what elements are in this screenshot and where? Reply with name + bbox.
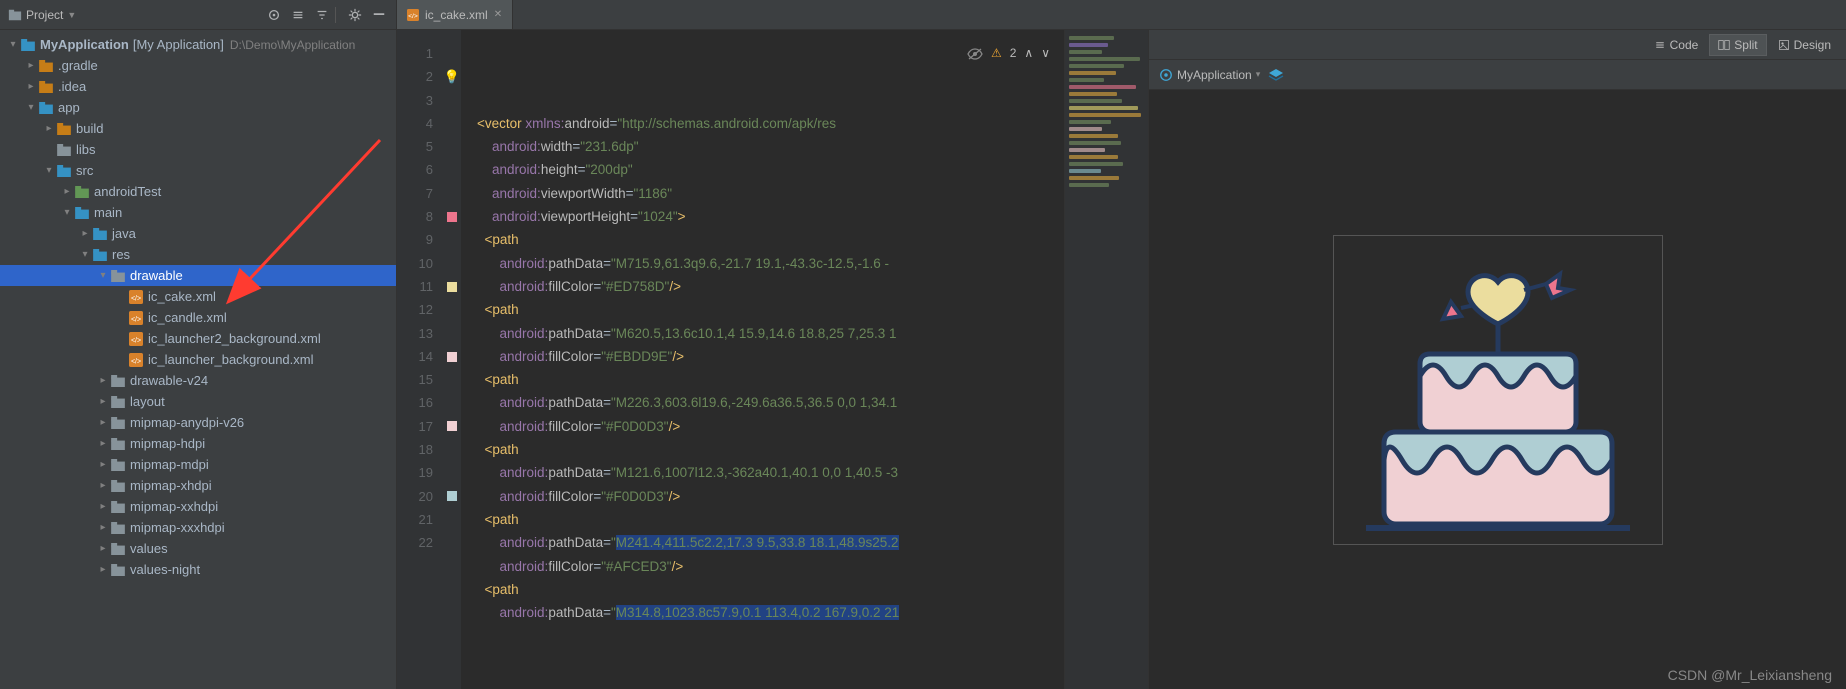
tree-item[interactable]: ▸build bbox=[0, 118, 396, 139]
chevron-up-icon[interactable]: ∧ bbox=[1024, 42, 1033, 65]
tree-item[interactable]: </>ic_launcher2_background.xml bbox=[0, 328, 396, 349]
project-tree[interactable]: ▾ MyApplication [My Application] D:\Demo… bbox=[0, 30, 396, 689]
layers-icon[interactable] bbox=[1268, 67, 1284, 83]
collapse-all-icon[interactable] bbox=[313, 6, 331, 24]
warning-icon[interactable]: ⚠ bbox=[991, 42, 1002, 65]
tree-item[interactable]: ▸mipmap-mdpi bbox=[0, 454, 396, 475]
hide-panel-icon[interactable] bbox=[370, 6, 388, 24]
project-panel-header: Project ▼ bbox=[0, 0, 396, 30]
tree-item[interactable]: </>ic_cake.xml bbox=[0, 286, 396, 307]
tree-item[interactable]: ▾src bbox=[0, 160, 396, 181]
line-number-gutter: 12345678910111213141516171819202122 bbox=[397, 30, 443, 689]
code-editor[interactable]: ⚠2 ∧ ∨ <vector xmlns:android="http://sch… bbox=[461, 30, 1064, 689]
tab-design[interactable]: Design bbox=[1769, 34, 1840, 56]
svg-text:</>: </> bbox=[131, 316, 141, 323]
xml-file-icon: </> bbox=[407, 9, 419, 21]
expand-all-icon[interactable] bbox=[289, 6, 307, 24]
editor-status: ⚠ 2 ∧ ∨ bbox=[967, 42, 1050, 65]
tree-item[interactable]: ▸mipmap-xxhdpi bbox=[0, 496, 396, 517]
tab-split[interactable]: Split bbox=[1709, 34, 1766, 56]
project-root[interactable]: ▾ MyApplication [My Application] D:\Demo… bbox=[0, 34, 396, 55]
tree-item[interactable]: libs bbox=[0, 139, 396, 160]
close-icon[interactable]: ✕ bbox=[494, 9, 502, 20]
tree-item[interactable]: ▸mipmap-hdpi bbox=[0, 433, 396, 454]
design-toolbar: MyApplication ▾ bbox=[1149, 60, 1846, 90]
tree-item[interactable]: ▸mipmap-xhdpi bbox=[0, 475, 396, 496]
watermark: CSDN @Mr_Leixiansheng bbox=[1668, 667, 1832, 683]
vector-preview bbox=[1333, 235, 1663, 545]
design-canvas[interactable] bbox=[1149, 90, 1846, 689]
tree-item[interactable]: </>ic_launcher_background.xml bbox=[0, 349, 396, 370]
divider bbox=[335, 7, 336, 23]
tree-item[interactable]: ▾res bbox=[0, 244, 396, 265]
tree-item[interactable]: ▾drawable bbox=[0, 265, 396, 286]
tree-item[interactable]: ▸java bbox=[0, 223, 396, 244]
tree-item[interactable]: ▸layout bbox=[0, 391, 396, 412]
gear-icon[interactable] bbox=[346, 6, 364, 24]
chevron-down-icon[interactable]: ∨ bbox=[1041, 42, 1050, 65]
svg-text:</>: </> bbox=[131, 337, 141, 344]
gutter-marks: 💡 bbox=[443, 30, 461, 689]
tree-item[interactable]: ▸.gradle bbox=[0, 55, 396, 76]
tree-item[interactable]: ▸mipmap-anydpi-v26 bbox=[0, 412, 396, 433]
tree-item[interactable]: </>ic_candle.xml bbox=[0, 307, 396, 328]
design-panel: Code Split Design MyApplication ▾ bbox=[1148, 30, 1846, 689]
tree-item[interactable]: ▸androidTest bbox=[0, 181, 396, 202]
svg-text:</>: </> bbox=[131, 295, 141, 302]
editor-tab[interactable]: </> ic_cake.xml ✕ bbox=[397, 0, 513, 29]
design-tabs: Code Split Design bbox=[1149, 30, 1846, 60]
tree-item[interactable]: ▾main bbox=[0, 202, 396, 223]
svg-text:</>: </> bbox=[408, 13, 418, 20]
tree-item[interactable]: ▾app bbox=[0, 97, 396, 118]
tree-item[interactable]: ▸drawable-v24 bbox=[0, 370, 396, 391]
module-selector[interactable]: MyApplication ▾ bbox=[1159, 68, 1260, 82]
tree-item[interactable]: ▸values bbox=[0, 538, 396, 559]
svg-text:</>: </> bbox=[131, 358, 141, 365]
project-panel: Project ▼ ▾ MyApplication [My Applicatio… bbox=[0, 0, 397, 689]
tree-item[interactable]: ▸values-night bbox=[0, 559, 396, 580]
minimap[interactable] bbox=[1064, 30, 1148, 689]
tab-code[interactable]: Code bbox=[1645, 34, 1708, 56]
eye-icon[interactable] bbox=[967, 47, 983, 61]
tree-item[interactable]: ▸mipmap-xxxhdpi bbox=[0, 517, 396, 538]
editor-tab-bar: </> ic_cake.xml ✕ bbox=[397, 0, 1846, 30]
editor-area: </> ic_cake.xml ✕ 1234567891011121314151… bbox=[397, 0, 1846, 689]
project-view-dropdown[interactable]: Project ▼ bbox=[8, 8, 76, 22]
locate-icon[interactable] bbox=[265, 6, 283, 24]
warning-count: 2 bbox=[1010, 42, 1017, 65]
tab-filename: ic_cake.xml bbox=[425, 8, 488, 22]
tree-item[interactable]: ▸.idea bbox=[0, 76, 396, 97]
